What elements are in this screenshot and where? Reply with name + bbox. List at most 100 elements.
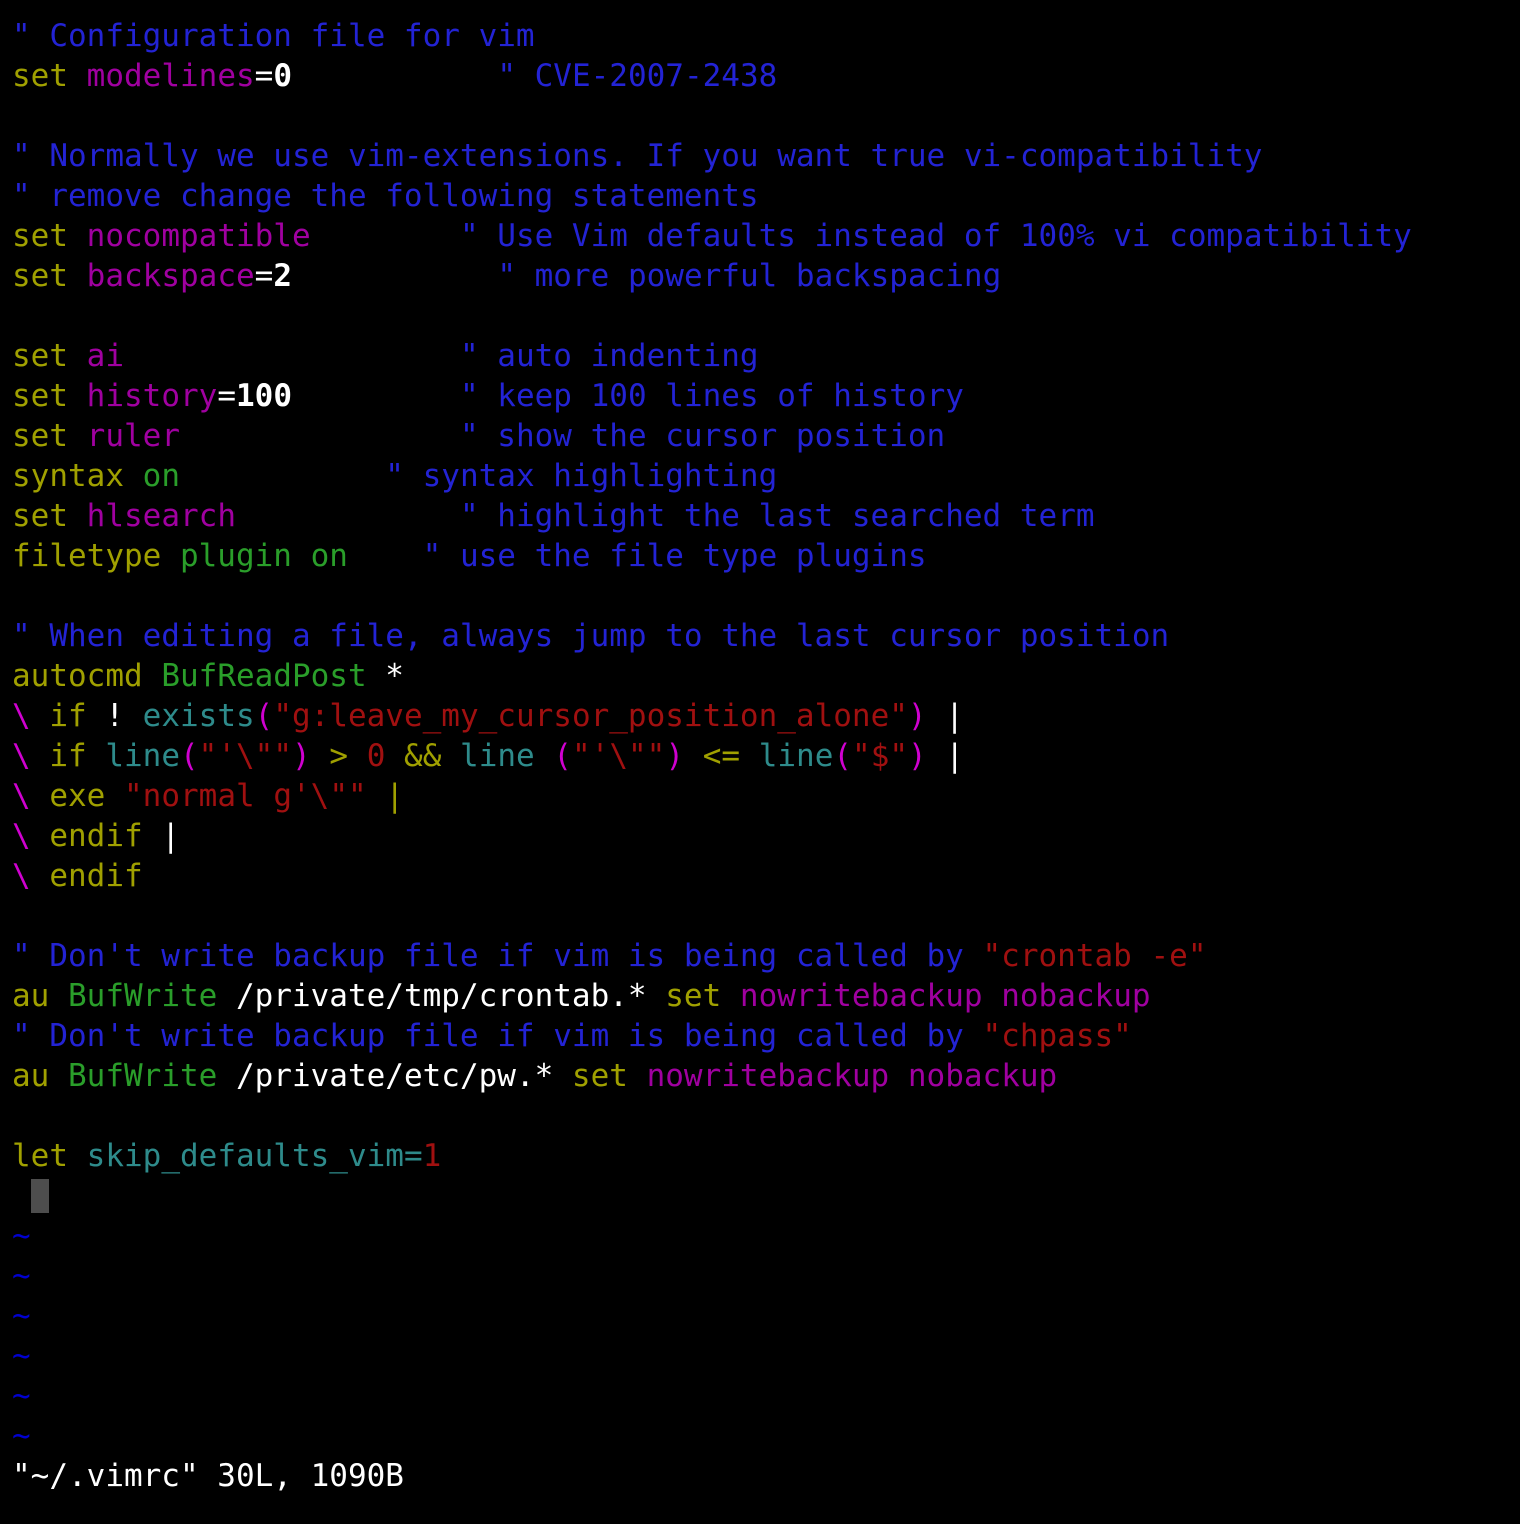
- buffer-line[interactable]: set ai " auto indenting: [12, 336, 1512, 376]
- token-normal: [348, 538, 423, 574]
- token-normal: [49, 1058, 68, 1094]
- token-statement: exe: [49, 778, 106, 814]
- tilde-icon: ~: [12, 1338, 31, 1374]
- token-comment: " highlight the last searched term: [459, 498, 1095, 534]
- buffer-line[interactable]: \ exe "normal g'\"" |: [12, 776, 1512, 816]
- token-statement: syntax: [12, 458, 124, 494]
- token-normal: *: [366, 658, 404, 694]
- token-type: plugin on: [179, 538, 348, 574]
- token-statement: filetype: [12, 538, 162, 574]
- token-ident: =: [403, 1138, 423, 1174]
- token-number: 0: [273, 58, 292, 94]
- token-normal: [31, 778, 50, 814]
- token-normal: [311, 218, 460, 254]
- buffer-line[interactable]: " When editing a file, always jump to th…: [12, 616, 1512, 656]
- token-cont: \: [12, 818, 31, 854]
- buffer-line[interactable]: set hlsearch " highlight the last search…: [12, 496, 1512, 536]
- token-ident: line: [105, 738, 180, 774]
- buffer-line[interactable]: \ endif |: [12, 816, 1512, 856]
- buffer-line[interactable]: [12, 296, 1512, 336]
- token-string: "g:leave_my_cursor_position_alone": [273, 698, 908, 734]
- buffer-line[interactable]: [12, 896, 1512, 936]
- buffer-line[interactable]: set ruler " show the cursor position: [12, 416, 1512, 456]
- buffer-line[interactable]: [12, 576, 1512, 616]
- token-option: nowritebackup nobackup: [646, 1058, 1058, 1094]
- buffer-line[interactable]: au BufWrite /private/tmp/crontab.* set n…: [12, 976, 1512, 1016]
- buffer-line[interactable]: \ endif: [12, 856, 1512, 896]
- buffer-line[interactable]: set nocompatible " Use Vim defaults inst…: [12, 216, 1512, 256]
- token-string: "'\"": [198, 738, 292, 774]
- token-statement: set: [12, 338, 68, 374]
- token-normal: |: [926, 698, 964, 734]
- token-paren: (: [553, 738, 573, 774]
- token-statement: au: [12, 978, 50, 1014]
- token-normal: [31, 698, 50, 734]
- buffer-line[interactable]: " Normally we use vim-extensions. If you…: [12, 136, 1512, 176]
- token-normal: =: [254, 258, 274, 294]
- token-normal: [740, 738, 759, 774]
- token-normal: [311, 738, 330, 774]
- buffer-line[interactable]: set backspace=2 " more powerful backspac…: [12, 256, 1512, 296]
- token-string: "crontab -e": [982, 938, 1207, 974]
- buffer-line[interactable]: autocmd BufReadPost *: [12, 656, 1512, 696]
- token-normal: /private/etc/pw.*: [217, 1058, 572, 1094]
- buffer-line[interactable]: " remove change the following statements: [12, 176, 1512, 216]
- token-normal: /private/tmp/crontab.*: [217, 978, 666, 1014]
- tilde-icon: ~: [12, 1378, 31, 1414]
- token-normal: [68, 218, 87, 254]
- token-normal: [628, 1058, 647, 1094]
- buffer-line[interactable]: " Configuration file for vim: [12, 16, 1512, 56]
- token-option: backspace: [86, 258, 255, 294]
- token-comment: " Normally we use vim-extensions. If you…: [12, 138, 1263, 174]
- token-normal: [292, 378, 460, 414]
- token-statement: set: [571, 1058, 628, 1094]
- token-normal: =: [217, 378, 236, 414]
- token-string: 0: [366, 738, 386, 774]
- token-statement: set: [12, 498, 68, 534]
- buffer-line[interactable]: set history=100 " keep 100 lines of hist…: [12, 376, 1512, 416]
- token-paren: ): [907, 698, 927, 734]
- token-option: ruler: [86, 418, 180, 454]
- token-statement: set: [12, 418, 68, 454]
- buffer-line[interactable]: au BufWrite /private/etc/pw.* set nowrit…: [12, 1056, 1512, 1096]
- token-comment: " Configuration file for vim: [12, 18, 535, 54]
- token-option: ai: [86, 338, 124, 374]
- token-statement: endif: [49, 818, 143, 854]
- token-normal: [535, 738, 554, 774]
- buffer-line[interactable]: \ if line("'\"") > 0 && line ("'\"") <= …: [12, 736, 1512, 776]
- buffer-line[interactable]: let skip_defaults_vim=1: [12, 1136, 1512, 1176]
- token-statement: let: [12, 1138, 68, 1174]
- token-normal: [68, 418, 87, 454]
- token-statement: set: [12, 58, 68, 94]
- buffer-line[interactable]: \ if ! exists("g:leave_my_cursor_positio…: [12, 696, 1512, 736]
- buffer-line[interactable]: filetype plugin on " use the file type p…: [12, 536, 1512, 576]
- token-paren: ): [292, 738, 311, 774]
- buffer-line[interactable]: [12, 1096, 1512, 1136]
- token-normal: [143, 658, 162, 694]
- tilde-icon: ~: [12, 1258, 31, 1294]
- buffer-line[interactable]: [12, 1176, 1512, 1216]
- buffer-line[interactable]: [12, 96, 1512, 136]
- token-comment: " more powerful backspacing: [497, 258, 1002, 294]
- buffer-line[interactable]: syntax on " syntax highlighting: [12, 456, 1512, 496]
- token-cont: \: [12, 858, 31, 894]
- buffer-line[interactable]: set modelines=0 " CVE-2007-2438: [12, 56, 1512, 96]
- token-paren: (: [833, 738, 853, 774]
- text-cursor: [30, 1179, 50, 1213]
- token-normal: [49, 978, 68, 1014]
- empty-line-tilde: ~: [12, 1336, 1512, 1376]
- tilde-icon: ~: [12, 1418, 31, 1454]
- buffer-line[interactable]: " Don't write backup file if vim is bein…: [12, 1016, 1512, 1056]
- buffer-line[interactable]: " Don't write backup file if vim is bein…: [12, 936, 1512, 976]
- token-comment: " auto indenting: [459, 338, 759, 374]
- token-type: BufWrite: [68, 978, 218, 1014]
- token-normal: [87, 738, 106, 774]
- token-normal: [367, 778, 386, 814]
- token-type: BufReadPost: [161, 658, 367, 694]
- token-paren: (: [180, 738, 199, 774]
- vim-terminal-window[interactable]: " Configuration file for vim set modeline…: [0, 0, 1520, 1524]
- token-string: 1: [422, 1138, 442, 1174]
- vim-text-buffer[interactable]: " Configuration file for vim set modeline…: [12, 16, 1512, 1456]
- token-oper: >: [329, 738, 349, 774]
- token-normal: [124, 338, 460, 374]
